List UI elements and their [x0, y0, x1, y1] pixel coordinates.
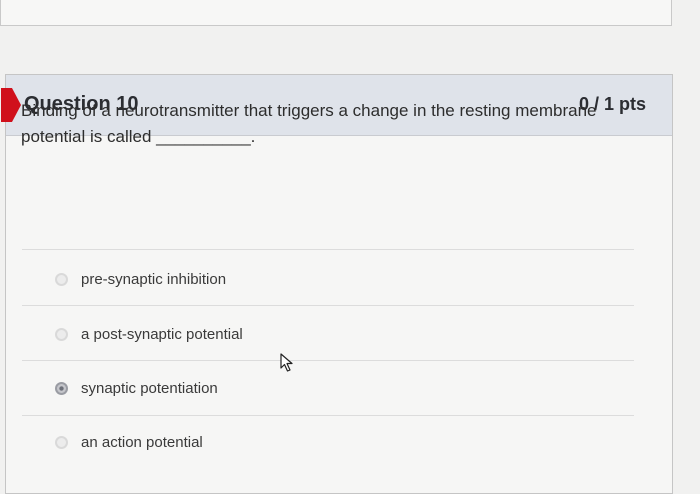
answer-label: synaptic potentiation	[81, 379, 218, 397]
answer-divider	[22, 360, 634, 361]
answer-option-2[interactable]: a post-synaptic potential	[55, 323, 243, 345]
previous-question-panel	[0, 0, 672, 26]
answer-option-4[interactable]: an action potential	[55, 431, 203, 453]
answer-label: an action potential	[81, 433, 203, 451]
mouse-pointer-icon	[280, 353, 293, 372]
radio-button[interactable]	[55, 435, 68, 449]
answer-label: a post-synaptic potential	[81, 325, 243, 343]
answer-option-3[interactable]: synaptic potentiation	[55, 377, 218, 399]
radio-button[interactable]	[55, 272, 68, 286]
answer-divider	[22, 415, 634, 416]
answer-option-1[interactable]: pre-synaptic inhibition	[55, 268, 226, 290]
question-text: Binding of a neurotransmitter that trigg…	[21, 101, 597, 146]
answer-divider	[22, 249, 634, 250]
answer-label: pre-synaptic inhibition	[81, 270, 227, 288]
radio-button-selected[interactable]	[55, 381, 68, 395]
question-flag-marker	[1, 88, 21, 122]
radio-button[interactable]	[55, 327, 68, 341]
answer-divider	[22, 305, 634, 306]
